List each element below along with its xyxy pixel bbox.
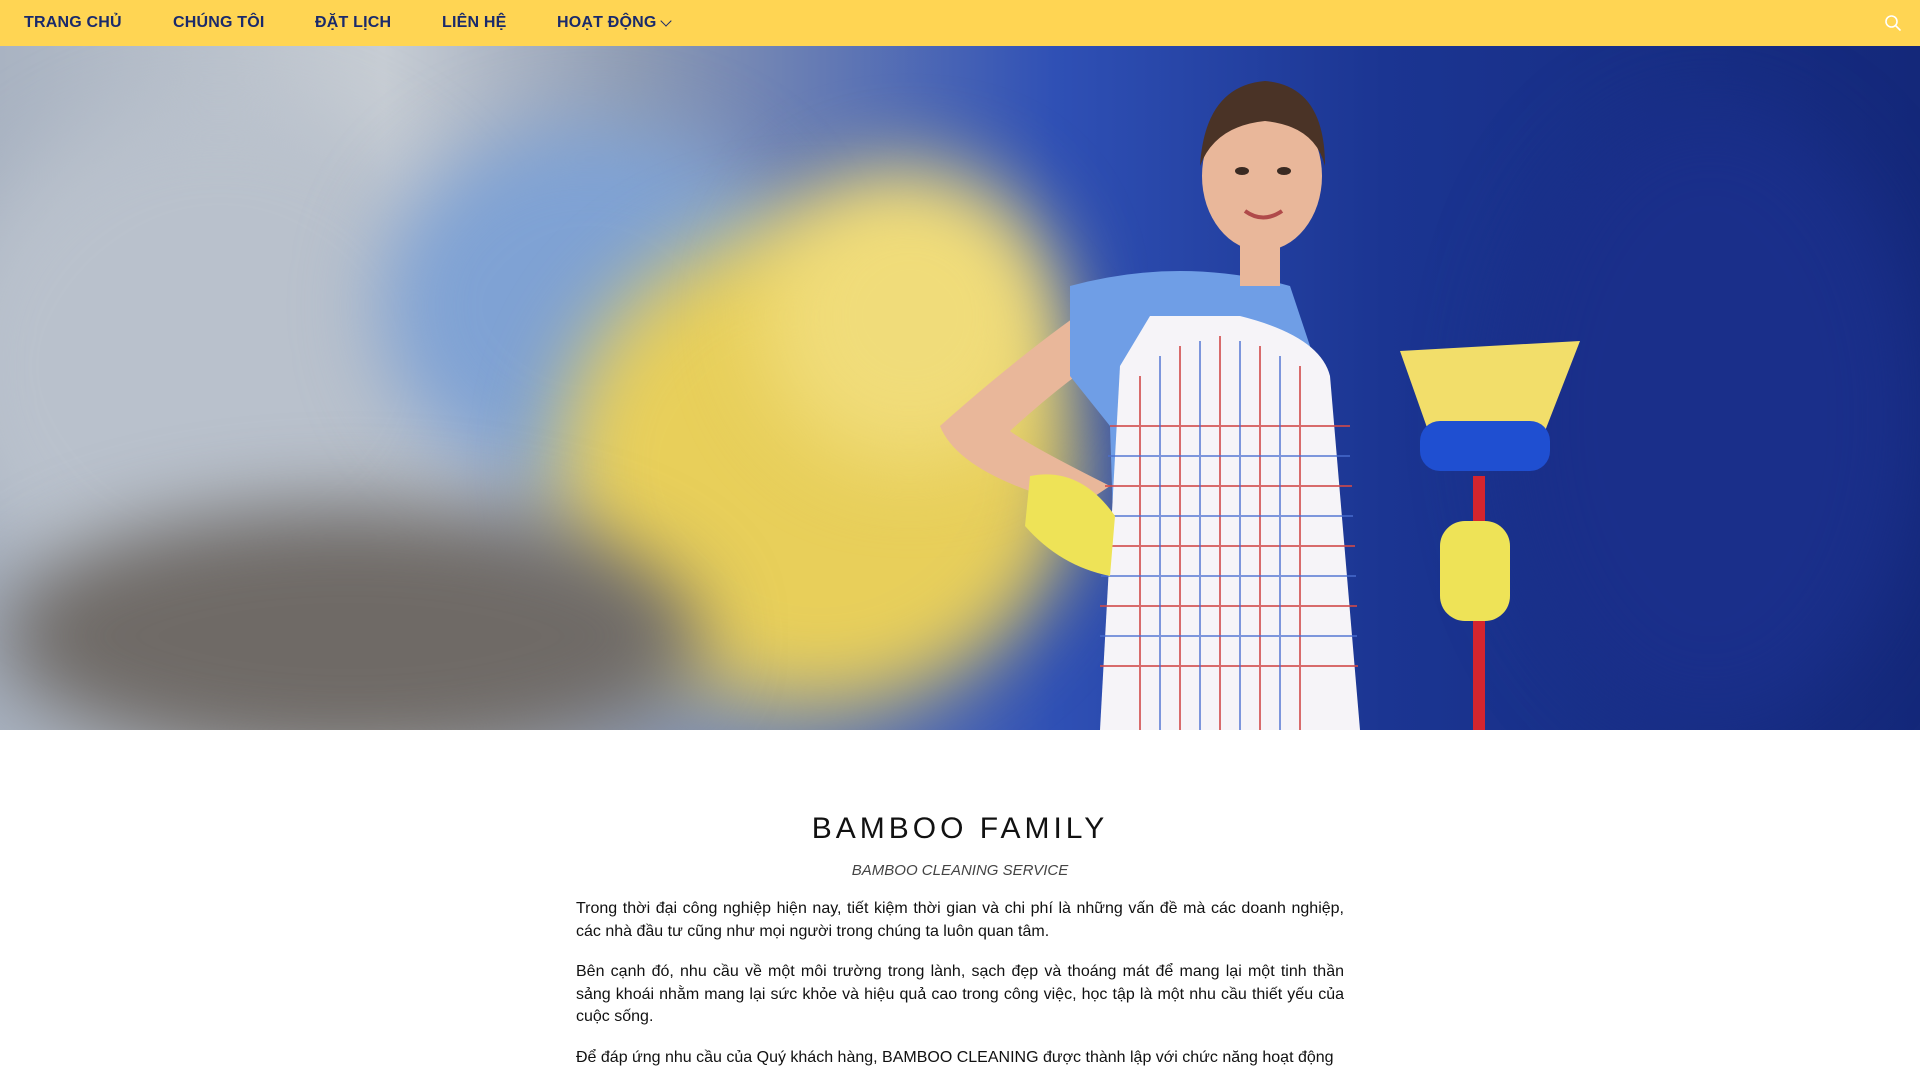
page-subtitle: BAMBOO CLEANING SERVICE: [851, 862, 1069, 879]
paragraph: Trong thời đại công nghiệp hiện nay, tiế…: [576, 900, 1344, 940]
cleaner-woman-illustration: [940, 81, 1580, 730]
page-title: BAMBOO FAMILY: [811, 812, 1109, 845]
about-section: BAMBOO FAMILY BAMBOO CLEANING SERVICE Tr…: [576, 812, 1344, 1069]
nav-item-home[interactable]: TRANG CHỦ: [24, 14, 122, 32]
nav-item-activities-label: HOẠT ĐỘNG: [557, 14, 657, 31]
nav-item-booking[interactable]: ĐẶT LỊCH: [315, 14, 391, 32]
paragraph: Bên cạnh đó, nhu cầu về một môi trường t…: [576, 963, 1344, 1025]
search-icon[interactable]: [1884, 14, 1902, 32]
nav-item-contact[interactable]: LIÊN HỆ: [442, 14, 507, 32]
chevron-down-icon: [659, 15, 672, 27]
nav-item-about[interactable]: CHÚNG TÔI: [173, 14, 265, 32]
top-navbar: TRANG CHỦ CHÚNG TÔI ĐẶT LỊCH LIÊN HỆ HOẠ…: [0, 0, 1920, 46]
hero-banner: [0, 46, 1920, 730]
paragraph: Để đáp ứng nhu cầu của Quý khách hàng, B…: [576, 1048, 1334, 1066]
nav-item-activities[interactable]: HOẠT ĐỘNG: [557, 14, 672, 32]
